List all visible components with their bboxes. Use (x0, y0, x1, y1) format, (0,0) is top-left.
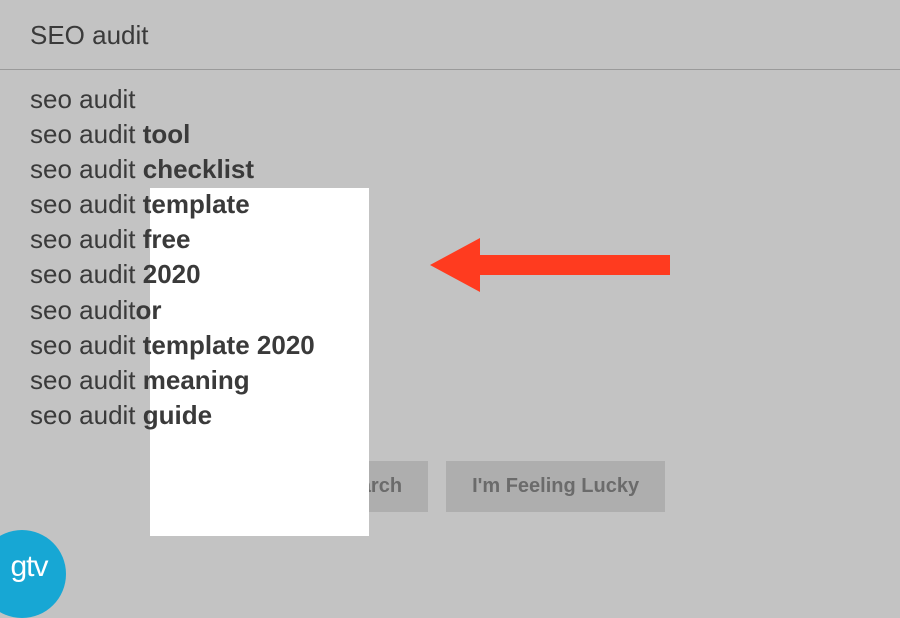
suggestion-completion: tool (143, 119, 191, 149)
suggestion-completion: checklist (143, 154, 254, 184)
suggestion-completion: 2020 (143, 259, 201, 289)
gtv-logo-text: gtv (0, 550, 48, 598)
suggestion-prefix: seo audit (30, 295, 136, 325)
suggestion-prefix: seo audit (30, 365, 143, 395)
suggestion-prefix: seo audit (30, 330, 143, 360)
suggestion-prefix: seo audit (30, 189, 143, 219)
suggestion-item[interactable]: seo audit (30, 82, 870, 117)
suggestion-item[interactable]: seo audit tool (30, 117, 870, 152)
suggestion-prefix: seo audit (30, 259, 143, 289)
suggestion-prefix: seo audit (30, 154, 143, 184)
suggestion-completion: free (143, 224, 191, 254)
suggestion-item[interactable]: seo audit checklist (30, 152, 870, 187)
suggestion-prefix: seo audit (30, 224, 143, 254)
suggestion-completion: or (136, 295, 162, 325)
arrow-annotation-icon (430, 230, 680, 305)
feeling-lucky-button[interactable]: I'm Feeling Lucky (446, 461, 665, 512)
suggestion-completion: template (143, 189, 250, 219)
search-input[interactable] (0, 0, 900, 70)
suggestion-item[interactable]: seo audit template (30, 187, 870, 222)
suggestion-prefix: seo audit (30, 119, 143, 149)
suggestion-completion: template 2020 (143, 330, 315, 360)
suggestion-prefix: seo audit (30, 84, 136, 114)
suggestion-completion: guide (143, 400, 212, 430)
suggestion-item[interactable]: seo audit template 2020 (30, 328, 870, 363)
suggestion-item[interactable]: seo audit guide (30, 398, 870, 433)
button-row: Google Search I'm Feeling Lucky (0, 461, 900, 512)
suggestion-prefix: seo audit (30, 400, 143, 430)
suggestion-item[interactable]: seo audit meaning (30, 363, 870, 398)
suggestion-completion: meaning (143, 365, 250, 395)
gtv-logo: gtv (0, 530, 66, 618)
